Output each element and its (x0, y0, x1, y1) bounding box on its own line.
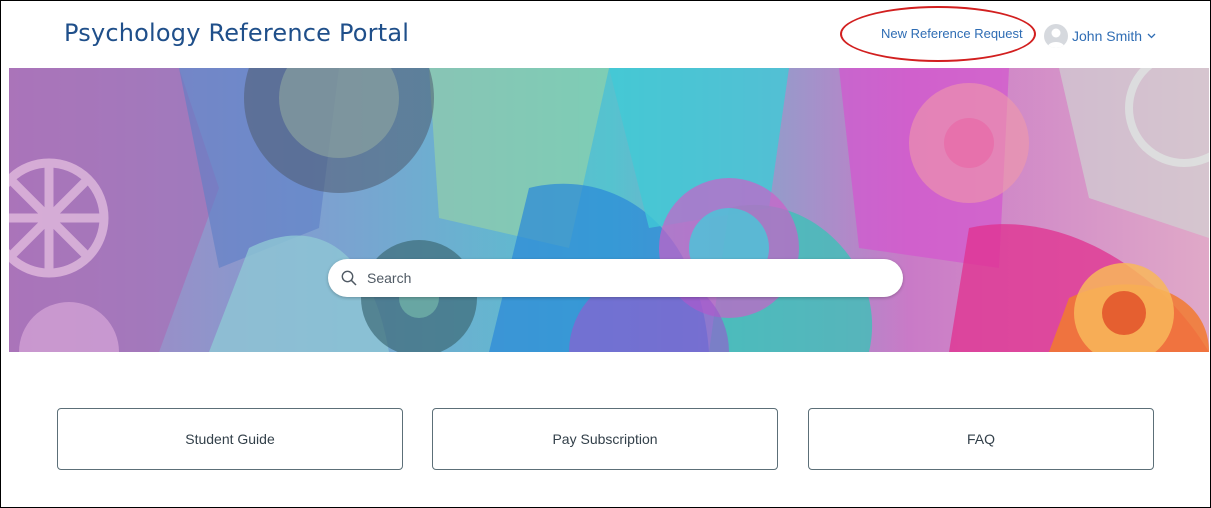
user-avatar-icon (1044, 24, 1068, 48)
faq-tile[interactable]: FAQ (808, 408, 1154, 470)
hero-artwork (9, 68, 1209, 352)
user-menu[interactable]: John Smith (1044, 23, 1156, 49)
search-input[interactable] (365, 269, 869, 287)
pay-subscription-tile[interactable]: Pay Subscription (432, 408, 778, 470)
new-reference-request-link[interactable]: New Reference Request (881, 26, 1023, 41)
student-guide-tile[interactable]: Student Guide (57, 408, 403, 470)
search-bar[interactable] (328, 259, 903, 297)
hero-banner (9, 68, 1209, 352)
chevron-down-icon (1147, 33, 1156, 39)
portal-title[interactable]: Psychology Reference Portal (64, 19, 409, 47)
header: Psychology Reference Portal New Referenc… (1, 1, 1209, 67)
user-name: John Smith (1072, 28, 1143, 44)
search-icon (341, 270, 357, 286)
